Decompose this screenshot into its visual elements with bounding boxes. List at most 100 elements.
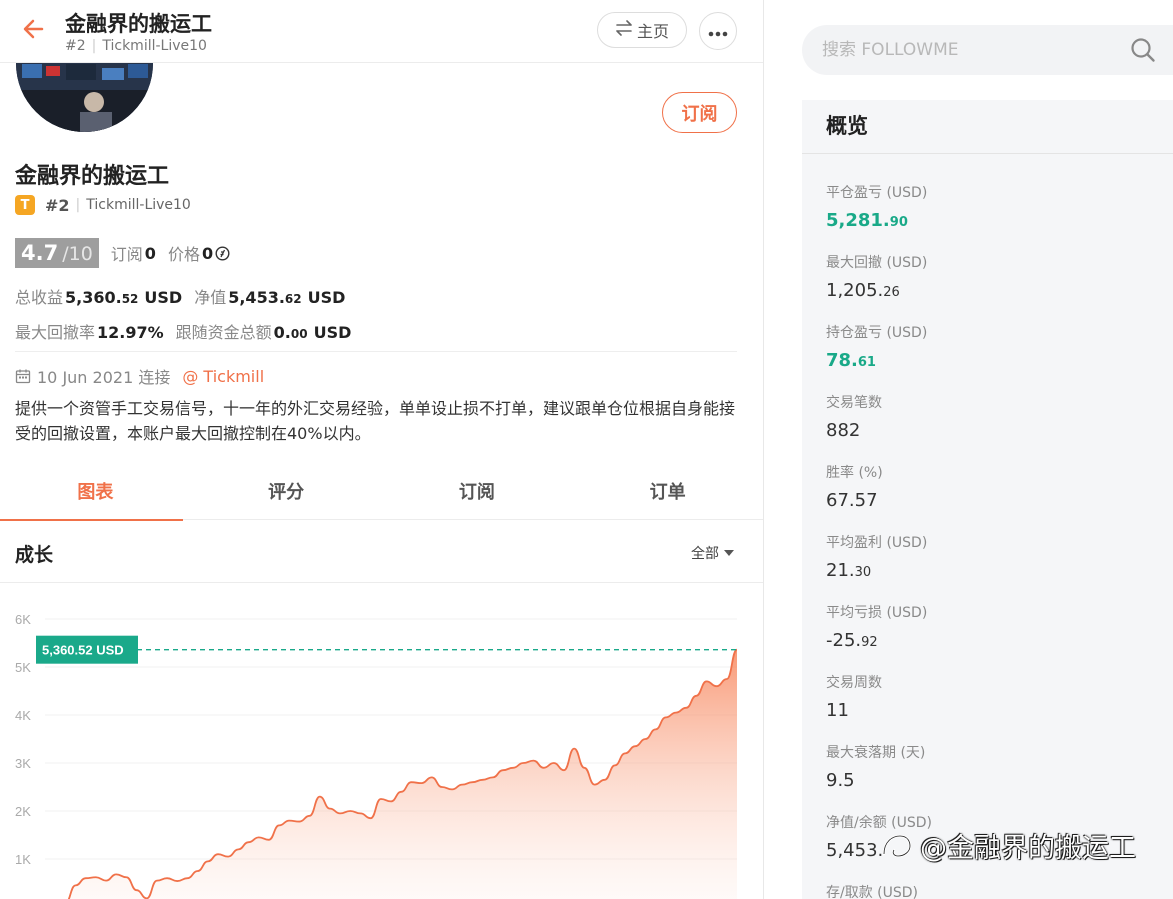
max-drawdown-label: 最大回撤率 (15, 323, 96, 342)
y-tick-label: 3K (15, 756, 31, 771)
search-bar (802, 25, 1173, 75)
overview-item-label: 最大回撤 (USD) (826, 255, 928, 271)
more-button[interactable] (699, 12, 737, 50)
home-button[interactable]: 主页 (597, 12, 687, 48)
overview-item-label: 持仓盈亏 (USD) (826, 325, 928, 341)
overview-item: 胜率 (%) 67.57 (826, 462, 883, 511)
follow-funds-label: 跟随资金总额 (175, 323, 272, 342)
tickmill-badge-icon: T (15, 195, 35, 215)
profile-panel: 金融界的搬运工 #2 | Tickmill-Live10 主页 订阅 金融界的搬… (0, 0, 764, 899)
overview-item-value: 78.61 (826, 350, 927, 371)
equity-label: 净值 (194, 288, 227, 307)
y-tick-label: 5K (15, 660, 31, 675)
price-label: 价格 (167, 245, 200, 264)
y-tick-label: 6K (15, 612, 31, 627)
overview-value-int: -25. (826, 630, 862, 651)
overview-panel: 概览 平仓盈亏 (USD) 5,281.90 最大回撤 (USD) 1,205.26 持… (802, 100, 1173, 899)
overview-value-int: 11 (826, 700, 849, 721)
subscriptions-label: 订阅 (110, 245, 143, 264)
overview-item-label: 最大衰落期 (天) (826, 745, 926, 761)
max-drawdown-value: 12.97% (97, 323, 164, 342)
strategy-description: 提供一个资管手工交易信号，十一年的外汇交易经验，单单设止损不打单，建议跟单仓位根… (15, 399, 736, 443)
growth-chart: 1K 2K 3K 4K 5K 6K 5,360.52 USD (0, 583, 763, 899)
overview-value-int: 78. (826, 350, 858, 371)
follow-funds-dec: 00 (290, 327, 308, 341)
connect-date: 10 Jun 2021 连接 (37, 368, 171, 387)
profit-row: 总收益 5,360. 52 USD 净值 5,453. 62 USD (15, 284, 345, 308)
follow-funds-int: 0. (273, 323, 291, 342)
search-icon[interactable] (1130, 37, 1156, 63)
topbar-subtitle: #2 | Tickmill-Live10 (65, 38, 207, 54)
score-max: /10 (62, 243, 93, 265)
topbar-title: 金融界的搬运工 (65, 12, 212, 36)
overview-item: 交易周数 11 (826, 672, 882, 721)
tab-rating[interactable]: 评分 (191, 462, 382, 520)
watermark-logo-icon (880, 832, 914, 860)
equity-unit: USD (307, 288, 346, 307)
caret-down-icon (724, 550, 734, 556)
divider (15, 351, 737, 352)
tab-bar: 图表 评分 订阅 订单 (0, 462, 763, 521)
overview-item-value: 1,205.26 (826, 280, 927, 301)
y-tick-label: 1K (15, 852, 31, 867)
overview-item-label: 平均亏损 (USD) (826, 605, 928, 621)
coin-icon (215, 245, 230, 261)
overview-item: 持仓盈亏 (USD) 78.61 (826, 322, 927, 371)
y-tick-label: 2K (15, 804, 31, 819)
score-row: 4.7 /10 订阅 0 价格 0 (15, 238, 230, 268)
overview-value-int: 882 (826, 420, 861, 441)
growth-range-dropdown[interactable]: 全部 (691, 543, 734, 563)
tab-orders[interactable]: 订单 (572, 462, 763, 520)
calendar-icon (15, 368, 31, 384)
trader-name: 金融界的搬运工 (15, 164, 170, 189)
price-value: 0 (201, 243, 214, 263)
y-tick-label: 4K (15, 708, 31, 723)
overview-item: 最大回撤 (USD) 1,205.26 (826, 252, 927, 301)
overview-item: 平均盈利 (USD) 21.30 (826, 532, 927, 581)
overview-item: 平均亏损 (USD) -25.92 (826, 602, 927, 651)
growth-header: 成长 全部 (0, 521, 763, 583)
overview-item: 交易笔数 882 (826, 392, 882, 441)
separator: | (91, 38, 97, 54)
overview-value-dec: 90 (889, 215, 908, 230)
total-profit-int: 5,360. (65, 288, 122, 307)
score-badge: 4.7 /10 (15, 238, 99, 268)
overview-value-dec: 92 (861, 635, 878, 650)
drawdown-row: 最大回撤率 12.97% 跟随资金总额 0. 00 USD (15, 319, 351, 343)
growth-chart-svg: 1K 2K 3K 4K 5K 6K 5,360.52 USD (15, 612, 738, 899)
overview-title: 概览 (826, 114, 868, 138)
subscriptions-value: 0 (144, 243, 156, 263)
back-arrow-icon[interactable] (20, 15, 48, 43)
tab-subscriptions[interactable]: 订阅 (382, 462, 573, 520)
overview-value-int: 21. (826, 560, 855, 581)
watermark-text: @金融界的搬运工 (920, 833, 1136, 864)
broker-link[interactable]: @ Tickmill (182, 367, 264, 386)
tab-chart[interactable]: 图表 (0, 462, 191, 521)
growth-title: 成长 (15, 544, 54, 566)
overview-value-int: 1,205. (826, 280, 884, 301)
overview-value-dec: 30 (854, 565, 872, 580)
broker-name: Tickmill-Live10 (86, 197, 191, 213)
divider (802, 153, 1173, 154)
overview-item-value: 11 (826, 700, 882, 721)
search-input[interactable] (822, 25, 1122, 75)
overview-value-int: 5,281. (826, 210, 890, 231)
sidebar: 概览 平仓盈亏 (USD) 5,281.90 最大回撤 (USD) 1,205.26 持… (765, 0, 1173, 899)
subscribe-button[interactable]: 订阅 (662, 92, 737, 133)
equity-int: 5,453. (228, 288, 285, 307)
overview-item-label: 存/取款 (USD) (826, 885, 919, 899)
top-bar: 金融界的搬运工 #2 | Tickmill-Live10 主页 (0, 0, 763, 63)
overview-item-value: 21.30 (826, 560, 927, 581)
topbar-rank: #2 (65, 38, 86, 54)
swap-icon (615, 20, 633, 40)
overview-item-label: 胜率 (%) (826, 465, 883, 481)
rank-row: T #2 | Tickmill-Live10 (15, 194, 191, 216)
score-value: 4.7 (21, 241, 59, 265)
rank-number: #2 (45, 195, 70, 215)
total-profit-label: 总收益 (15, 288, 64, 307)
separator: | (75, 197, 81, 213)
total-profit-unit: USD (144, 288, 183, 307)
overview-item-value: 9.5 (826, 770, 925, 791)
overview-item: 平仓盈亏 (USD) 5,281.90 (826, 182, 927, 231)
overview-item-value: 5,281.90 (826, 210, 927, 231)
